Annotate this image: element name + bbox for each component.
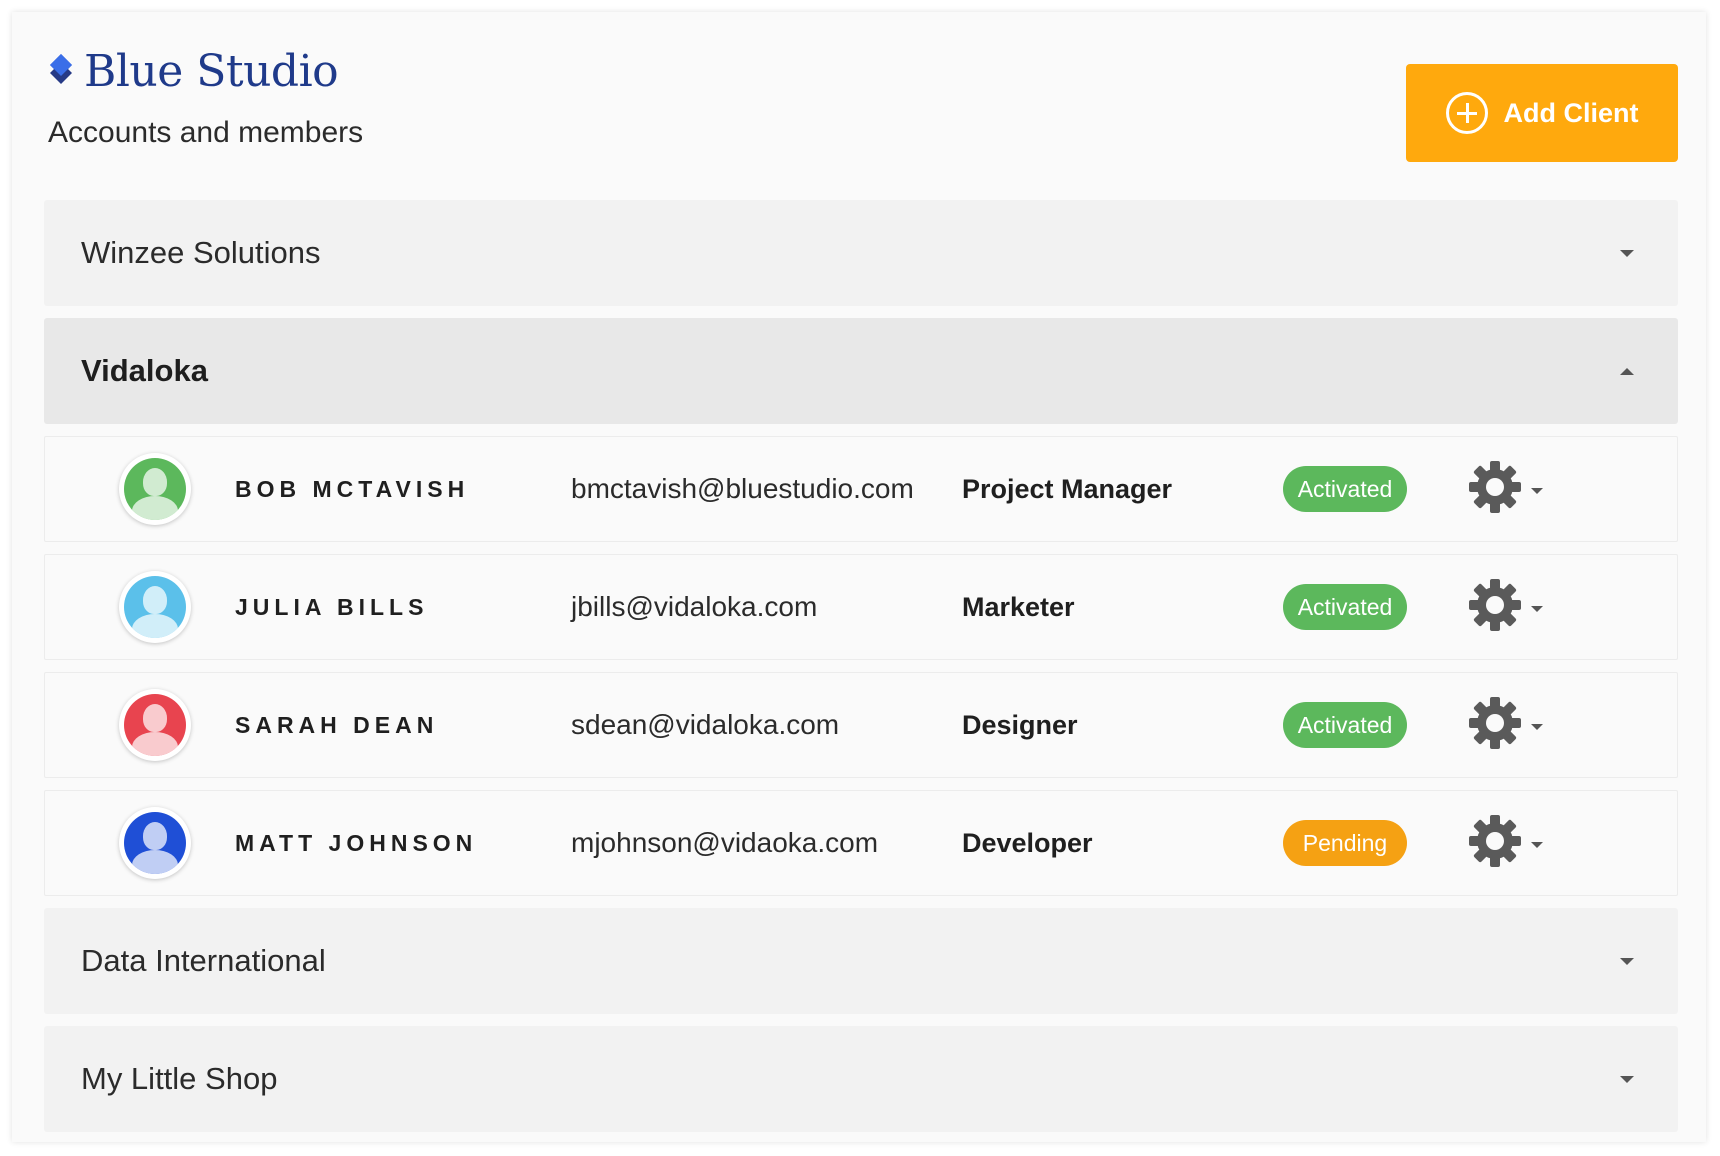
group-title: Vidaloka [81,353,208,388]
avatar-body [132,732,178,756]
client-accordion: Winzee Solutions Vidaloka BOB MCTAVISH b… [44,200,1678,1142]
member-settings-button[interactable] [1465,811,1543,876]
group-header-vidaloka[interactable]: Vidaloka [44,318,1678,424]
add-client-label: Add Client [1503,97,1639,128]
chevron-down-icon [1620,1075,1634,1083]
chevron-down-icon [1531,724,1543,730]
status-badge: Activated [1283,584,1407,630]
status-badge: Pending [1283,820,1407,866]
group-title: Winzee Solutions [81,235,321,270]
avatar-head [143,822,167,850]
diamond-stack-icon [50,53,72,84]
member-name: JULIA BILLS [235,593,429,620]
avatar [119,453,191,525]
member-name: SARAH DEAN [235,711,439,738]
chevron-down-icon [1620,249,1634,257]
avatar-head [143,704,167,732]
gear-icon [1465,457,1525,522]
member-email: bmctavish@bluestudio.com [571,473,914,504]
member-role: Designer [962,709,1078,740]
member-email: jbills@vidaloka.com [571,591,818,622]
avatar-body [132,614,178,638]
member-row: JULIA BILLS jbills@vidaloka.com Marketer… [44,554,1678,660]
group-title: Data International [81,943,326,978]
member-row: MATT JOHNSON mjohnson@vidaoka.com Develo… [44,790,1678,896]
brand-name: Blue Studio [84,46,339,97]
chevron-down-icon [1620,957,1634,965]
user-silhouette-icon [124,458,186,520]
chevron-down-icon [1531,488,1543,494]
user-silhouette-icon [124,812,186,874]
group-title: My Little Shop [81,1061,278,1096]
member-role: Marketer [962,591,1075,622]
member-row: BOB MCTAVISH bmctavish@bluestudio.com Pr… [44,436,1678,542]
member-email: sdean@vidaloka.com [571,709,840,740]
accounts-card: Blue Studio Accounts and members Add Cli… [12,12,1706,1142]
group-header-winzee-solutions[interactable]: Winzee Solutions [44,200,1678,306]
add-circle-icon [1445,92,1488,134]
user-silhouette-icon [124,576,186,638]
avatar-body [132,496,178,520]
add-client-button[interactable]: Add Client [1406,64,1678,162]
status-badge: Activated [1283,466,1407,512]
avatar-head [143,468,167,496]
group-header-my-little-shop[interactable]: My Little Shop [44,1026,1678,1132]
group-header-data-international[interactable]: Data International [44,908,1678,1014]
chevron-down-icon [1531,842,1543,848]
member-name: MATT JOHNSON [235,829,478,856]
gear-icon [1465,693,1525,758]
member-role: Developer [962,827,1093,858]
user-silhouette-icon [124,694,186,756]
member-settings-button[interactable] [1465,575,1543,640]
gear-icon [1465,575,1525,640]
avatar-head [143,586,167,614]
chevron-up-icon [1620,367,1634,375]
member-role: Project Manager [962,473,1173,504]
member-row: SARAH DEAN sdean@vidaloka.com Designer A… [44,672,1678,778]
page-subtitle: Accounts and members [48,116,364,149]
status-badge: Activated [1283,702,1407,748]
member-name: BOB MCTAVISH [235,475,470,502]
member-settings-button[interactable] [1465,457,1543,522]
brand: Blue Studio [48,46,339,97]
avatar [119,689,191,761]
avatar [119,571,191,643]
chevron-down-icon [1531,606,1543,612]
avatar [119,807,191,879]
member-email: mjohnson@vidaoka.com [571,827,879,858]
gear-icon [1465,811,1525,876]
member-settings-button[interactable] [1465,693,1543,758]
avatar-body [132,850,178,874]
member-list: BOB MCTAVISH bmctavish@bluestudio.com Pr… [44,436,1678,896]
